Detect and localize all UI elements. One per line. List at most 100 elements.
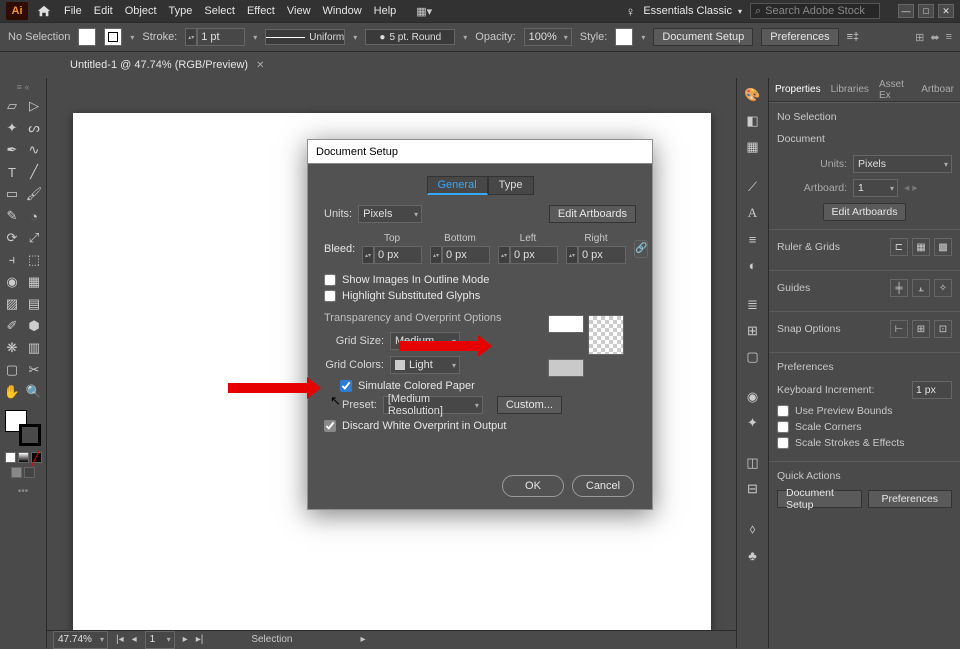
preset-dropdown[interactable]: [Medium Resolution]: [383, 396, 483, 414]
graphic-styles-icon[interactable]: ✦: [742, 412, 764, 434]
fill-swatch[interactable]: [78, 28, 96, 46]
nav-next-icon[interactable]: ▸: [183, 634, 188, 645]
pathfinder-icon[interactable]: ⬨: [742, 518, 764, 540]
menu-help[interactable]: Help: [374, 5, 397, 17]
menu-window[interactable]: Window: [323, 5, 362, 17]
symbol-spray-tool[interactable]: ❋: [2, 338, 22, 358]
dlg-edit-artboards-button[interactable]: Edit Artboards: [549, 205, 636, 223]
free-tfm-tool[interactable]: ⬚: [24, 250, 44, 270]
menu-file[interactable]: File: [64, 5, 82, 17]
cancel-button[interactable]: Cancel: [572, 475, 634, 497]
rect-tool[interactable]: ▭: [2, 184, 22, 204]
graph-tool[interactable]: ▥: [24, 338, 44, 358]
kb-increment-input[interactable]: 1 px: [912, 381, 952, 399]
close-button[interactable]: ✕: [938, 4, 954, 18]
shaper-tool[interactable]: ✎: [2, 206, 22, 226]
grid-icon[interactable]: ▦: [912, 238, 930, 256]
arrange-docs-icon[interactable]: ▦▾: [416, 5, 432, 18]
shape-builder-tool[interactable]: ◉: [2, 272, 22, 292]
width-tool[interactable]: ⫞: [2, 250, 22, 270]
menu-effect[interactable]: Effect: [247, 5, 275, 17]
artboard-nav[interactable]: 1: [145, 631, 175, 649]
menu-object[interactable]: Object: [125, 5, 157, 17]
quick-doc-setup-button[interactable]: Document Setup: [777, 490, 862, 508]
simulate-colored-paper-checkbox[interactable]: [340, 380, 352, 392]
home-icon[interactable]: [36, 3, 52, 19]
scale-corners-checkbox[interactable]: [777, 421, 789, 433]
menu-type[interactable]: Type: [169, 5, 193, 17]
layers-icon[interactable]: ≣: [742, 294, 764, 316]
link-bleed-icon[interactable]: 🔗: [634, 240, 648, 258]
pen-tool[interactable]: ✒: [2, 140, 22, 160]
maximize-button[interactable]: □: [918, 4, 934, 18]
nav-first-icon[interactable]: |◂: [116, 634, 124, 645]
tab-asset-export[interactable]: Asset Ex: [879, 79, 911, 101]
bleed-right-input[interactable]: ▴▾0 px: [566, 246, 626, 264]
discard-overprint-checkbox[interactable]: [324, 420, 336, 432]
highlight-glyphs-checkbox[interactable]: [324, 290, 336, 302]
selection-tool[interactable]: ▱: [2, 96, 22, 116]
artboard-dropdown[interactable]: 1: [853, 179, 898, 197]
type-tool[interactable]: T: [2, 162, 22, 182]
blend-tool[interactable]: ⬢: [24, 316, 44, 336]
nav-last-icon[interactable]: ▸|: [196, 634, 204, 645]
quick-prefs-button[interactable]: Preferences: [868, 490, 953, 508]
preview-bounds-checkbox[interactable]: [777, 405, 789, 417]
colorguide-icon[interactable]: ◧: [742, 110, 764, 132]
direct-select-tool[interactable]: ▷: [24, 96, 44, 116]
prefs-icon[interactable]: ≡‡: [847, 31, 860, 43]
rotate-tool[interactable]: ⟳: [2, 228, 22, 248]
symbols-icon[interactable]: ♣: [742, 544, 764, 566]
eraser-tool[interactable]: ◔: [24, 206, 44, 226]
units-dropdown[interactable]: Pixels: [853, 155, 952, 173]
show-images-outline-checkbox[interactable]: [324, 274, 336, 286]
zoom-level[interactable]: 47.74%: [53, 631, 108, 649]
doc-setup-button[interactable]: Document Setup: [653, 28, 753, 46]
grid-light-swatch[interactable]: [548, 359, 584, 377]
gradient-panel-icon[interactable]: ◐: [742, 254, 764, 276]
style-swatch[interactable]: [615, 28, 633, 46]
gradient-tool[interactable]: ▤: [24, 294, 44, 314]
snap-grid-icon[interactable]: ⊞: [912, 320, 930, 338]
type-char-icon[interactable]: A: [742, 202, 764, 224]
screen-mode-icons[interactable]: [11, 467, 35, 478]
color-panel-icon[interactable]: 🎨: [742, 84, 764, 106]
ok-button[interactable]: OK: [502, 475, 564, 497]
tab-general[interactable]: General: [427, 176, 488, 195]
minimize-button[interactable]: —: [898, 4, 914, 18]
color-control[interactable]: [5, 410, 41, 446]
brush-tool[interactable]: 🖌: [24, 184, 44, 204]
lasso-tool[interactable]: ᔕ: [24, 118, 44, 138]
bleed-left-input[interactable]: ▴▾0 px: [498, 246, 558, 264]
slice-tool[interactable]: ✂: [24, 360, 44, 380]
menu-select[interactable]: Select: [204, 5, 235, 17]
brushes-icon[interactable]: ⟋: [742, 176, 764, 198]
snap-pixel-icon[interactable]: ⊡: [934, 320, 952, 338]
stroke-weight-input[interactable]: ▴▾1 pt: [185, 28, 245, 46]
tab-libraries[interactable]: Libraries: [831, 84, 869, 95]
dlg-units-dropdown[interactable]: Pixels: [358, 205, 422, 223]
transparency-grid-icon[interactable]: ▩: [934, 238, 952, 256]
tab-properties[interactable]: Properties: [775, 84, 821, 95]
snap-point-icon[interactable]: ⊢: [890, 320, 908, 338]
workspace-selector[interactable]: Essentials Classic▾: [643, 5, 742, 17]
close-tab-icon[interactable]: ✕: [256, 60, 264, 71]
status-more-icon[interactable]: ▸: [360, 634, 365, 645]
opacity-input[interactable]: 100%: [524, 28, 572, 46]
scale-tool[interactable]: ⤢: [24, 228, 44, 248]
align-icon[interactable]: ⊟: [742, 478, 764, 500]
transform-icon[interactable]: ⬌: [930, 31, 939, 44]
paper-color-swatch[interactable]: [548, 315, 584, 333]
swatches-icon[interactable]: ▦: [742, 136, 764, 158]
tab-artboards[interactable]: Artboar: [921, 84, 954, 95]
hand-tool[interactable]: ✋: [2, 382, 22, 402]
guides-show-icon[interactable]: ╪: [890, 279, 908, 297]
search-input[interactable]: ⌕Search Adobe Stock: [750, 3, 880, 19]
guides-lock-icon[interactable]: ⫠: [912, 279, 930, 297]
menu-view[interactable]: View: [287, 5, 311, 17]
grid-colors-dropdown[interactable]: Light: [390, 356, 460, 374]
artboards-icon[interactable]: ▢: [742, 346, 764, 368]
ruler-icon[interactable]: ⊏: [890, 238, 908, 256]
lightbulb-icon[interactable]: ♀: [626, 4, 636, 19]
edit-toolbar-icon[interactable]: •••: [18, 486, 29, 497]
